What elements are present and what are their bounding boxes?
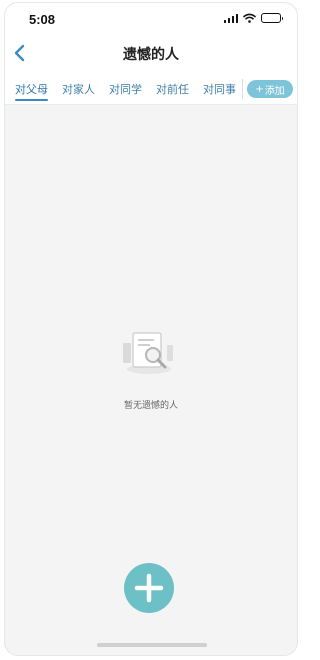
- wifi-icon: [243, 13, 256, 23]
- tab-classmates[interactable]: 对同学: [109, 81, 142, 97]
- tab-family[interactable]: 对家人: [62, 81, 95, 97]
- plus-icon: [134, 573, 164, 603]
- status-icons: [223, 13, 283, 23]
- plus-icon: +: [255, 83, 264, 95]
- status-time: 5:08: [29, 12, 56, 27]
- home-indicator: [97, 643, 207, 647]
- tab-ex[interactable]: 对前任: [156, 81, 189, 97]
- phone-screen: 5:08 遗憾的人 对父母 对家人 对同学 对前任 对同事 + 添加 暂无遗憾的…: [4, 2, 298, 656]
- empty-state-text: 暂无遗憾的人: [123, 401, 178, 411]
- tab-parents[interactable]: 对父母: [15, 81, 48, 97]
- document-search-icon: [123, 332, 173, 374]
- active-tab-indicator: [15, 99, 48, 101]
- add-button[interactable]: [124, 563, 174, 613]
- signal-icon: [223, 13, 238, 23]
- tab-divider: [242, 79, 243, 99]
- battery-icon: [261, 13, 283, 23]
- add-tab-label: 添加: [264, 85, 285, 97]
- status-bar: 5:08: [5, 3, 297, 33]
- page-title: 遗憾的人: [123, 47, 179, 63]
- tab-colleagues[interactable]: 对同事: [203, 81, 236, 97]
- navigation-bar: 遗憾的人: [5, 33, 297, 73]
- category-tab-bar: 对父母 对家人 对同学 对前任 对同事 + 添加: [5, 73, 297, 105]
- add-tab-button[interactable]: + 添加: [247, 80, 293, 98]
